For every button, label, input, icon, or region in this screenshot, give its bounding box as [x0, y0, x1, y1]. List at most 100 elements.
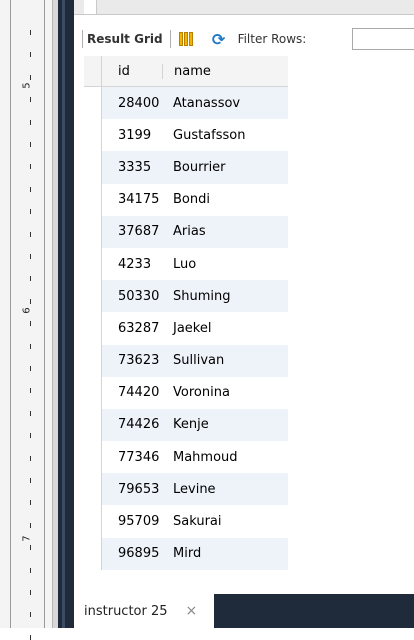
row-gutter[interactable] [84, 376, 102, 409]
cell-id[interactable]: 77346 [102, 450, 162, 465]
close-icon[interactable]: × [186, 603, 198, 619]
tab-label: instructor 25 [84, 603, 168, 619]
top-scrollbar[interactable] [74, 0, 414, 15]
cell-name[interactable]: Mird [162, 546, 268, 561]
cell-id[interactable]: 74420 [102, 385, 162, 400]
row-gutter[interactable] [84, 473, 102, 506]
cell-id[interactable]: 34175 [102, 192, 162, 207]
row-gutter[interactable] [84, 119, 102, 152]
ruler-tick [30, 410, 31, 416]
filter-rows-input[interactable] [352, 28, 414, 50]
cell-name[interactable]: Mahmoud [162, 450, 268, 465]
row-gutter[interactable] [84, 215, 102, 248]
ruler-tick [30, 276, 31, 282]
ruler-tick [30, 634, 31, 640]
row-gutter[interactable] [84, 87, 102, 120]
table-row[interactable]: 50330 Shuming [84, 280, 288, 313]
row-gutter-header [84, 56, 102, 86]
table-row[interactable]: 73623 Sullivan [84, 344, 288, 377]
ruler-tick [30, 186, 31, 192]
ruler-tick [30, 119, 31, 125]
ruler-tick [30, 433, 31, 439]
filter-rows-label: Filter Rows: [237, 32, 307, 46]
cell-id[interactable]: 96895 [102, 546, 162, 561]
cell-name[interactable]: Gustafsson [162, 128, 268, 143]
table-row[interactable]: 37687 Arias [84, 215, 288, 248]
cell-name[interactable]: Sakurai [162, 514, 268, 529]
ruler-tick [30, 97, 31, 103]
result-toolbar: Result Grid ⟳ Filter Rows: [74, 26, 414, 52]
table-row[interactable]: 4233 Luo [84, 247, 288, 281]
cell-name[interactable]: Luo [162, 257, 268, 272]
result-panel: Result Grid ⟳ Filter Rows: id name 28400… [74, 0, 414, 628]
tab-instructor[interactable]: instructor 25 × [74, 594, 214, 628]
table-row[interactable]: 74426 Kenje [84, 408, 288, 442]
cell-id[interactable]: 28400 [102, 96, 162, 111]
cell-id[interactable]: 3199 [102, 128, 162, 143]
ruler-tick [30, 142, 31, 147]
row-gutter[interactable] [84, 537, 102, 570]
ruler-tick [30, 30, 31, 35]
vertical-ruler: 5 6 7 [0, 0, 59, 640]
cell-id[interactable]: 50330 [102, 289, 162, 304]
ruler-tick [30, 209, 31, 215]
cell-id[interactable]: 95709 [102, 514, 162, 529]
cell-id[interactable]: 4233 [102, 257, 162, 272]
cell-name[interactable]: Sullivan [162, 353, 268, 368]
window-border-stripe [62, 0, 65, 628]
cell-name[interactable]: Bondi [162, 192, 268, 207]
ruler-label-7: 7 [21, 535, 33, 542]
row-gutter[interactable] [84, 247, 102, 281]
cell-id[interactable]: 73623 [102, 353, 162, 368]
table-row[interactable]: 74420 Voronina [84, 376, 288, 409]
table-row[interactable]: 28400 Atanassov [84, 87, 288, 120]
row-gutter[interactable] [84, 505, 102, 538]
cell-id[interactable]: 79653 [102, 482, 162, 497]
ruler-tick [30, 388, 31, 394]
row-gutter[interactable] [84, 441, 102, 474]
grid-icon[interactable] [178, 31, 194, 47]
cell-id[interactable]: 3335 [102, 160, 162, 175]
ruler-label-5: 5 [21, 82, 33, 89]
scroll-corner [84, 0, 97, 14]
result-grid-title: Result Grid [87, 32, 163, 46]
ruler-line [44, 0, 45, 628]
column-header-id[interactable]: id [102, 64, 162, 79]
cell-name[interactable]: Jaekel [162, 321, 268, 336]
row-gutter[interactable] [84, 183, 102, 216]
cell-id[interactable]: 74426 [102, 417, 162, 432]
ruler-tick [30, 366, 31, 371]
cell-id[interactable]: 63287 [102, 321, 162, 336]
row-gutter[interactable] [84, 280, 102, 313]
table-row[interactable]: 77346 Mahmoud [84, 441, 288, 474]
table-row[interactable]: 79653 Levine [84, 473, 288, 506]
row-gutter[interactable] [84, 344, 102, 377]
ruler-tick [30, 567, 31, 573]
ruler-tick [30, 74, 31, 80]
bottom-tab-bar: instructor 25 × [74, 594, 414, 628]
table-row[interactable]: 3199 Gustafsson [84, 119, 288, 152]
table-row[interactable]: 95709 Sakurai [84, 505, 288, 538]
cell-name[interactable]: Levine [162, 482, 268, 497]
ruler-label-6: 6 [21, 307, 33, 314]
table-row[interactable]: 63287 Jaekel [84, 312, 288, 345]
cell-name[interactable]: Bourrier [162, 160, 268, 175]
refresh-icon[interactable]: ⟳ [208, 30, 230, 49]
ruler-tick [30, 52, 31, 58]
cell-name[interactable]: Kenje [162, 417, 268, 432]
row-gutter[interactable] [84, 408, 102, 442]
row-gutter[interactable] [84, 312, 102, 345]
table-row[interactable]: 34175 Bondi [84, 183, 288, 216]
ruler-line [10, 0, 11, 628]
cell-name[interactable]: Voronina [162, 385, 268, 400]
column-header-name[interactable]: name [162, 63, 268, 79]
row-gutter[interactable] [84, 151, 102, 184]
cell-name[interactable]: Atanassov [162, 96, 268, 111]
cell-name[interactable]: Shuming [162, 289, 268, 304]
table-row[interactable]: 96895 Mird [84, 537, 288, 570]
table-row[interactable]: 3335 Bourrier [84, 151, 288, 184]
cell-id[interactable]: 37687 [102, 224, 162, 239]
cell-name[interactable]: Arias [162, 224, 268, 239]
ruler-tick [30, 343, 31, 349]
ruler-tick [30, 231, 31, 237]
